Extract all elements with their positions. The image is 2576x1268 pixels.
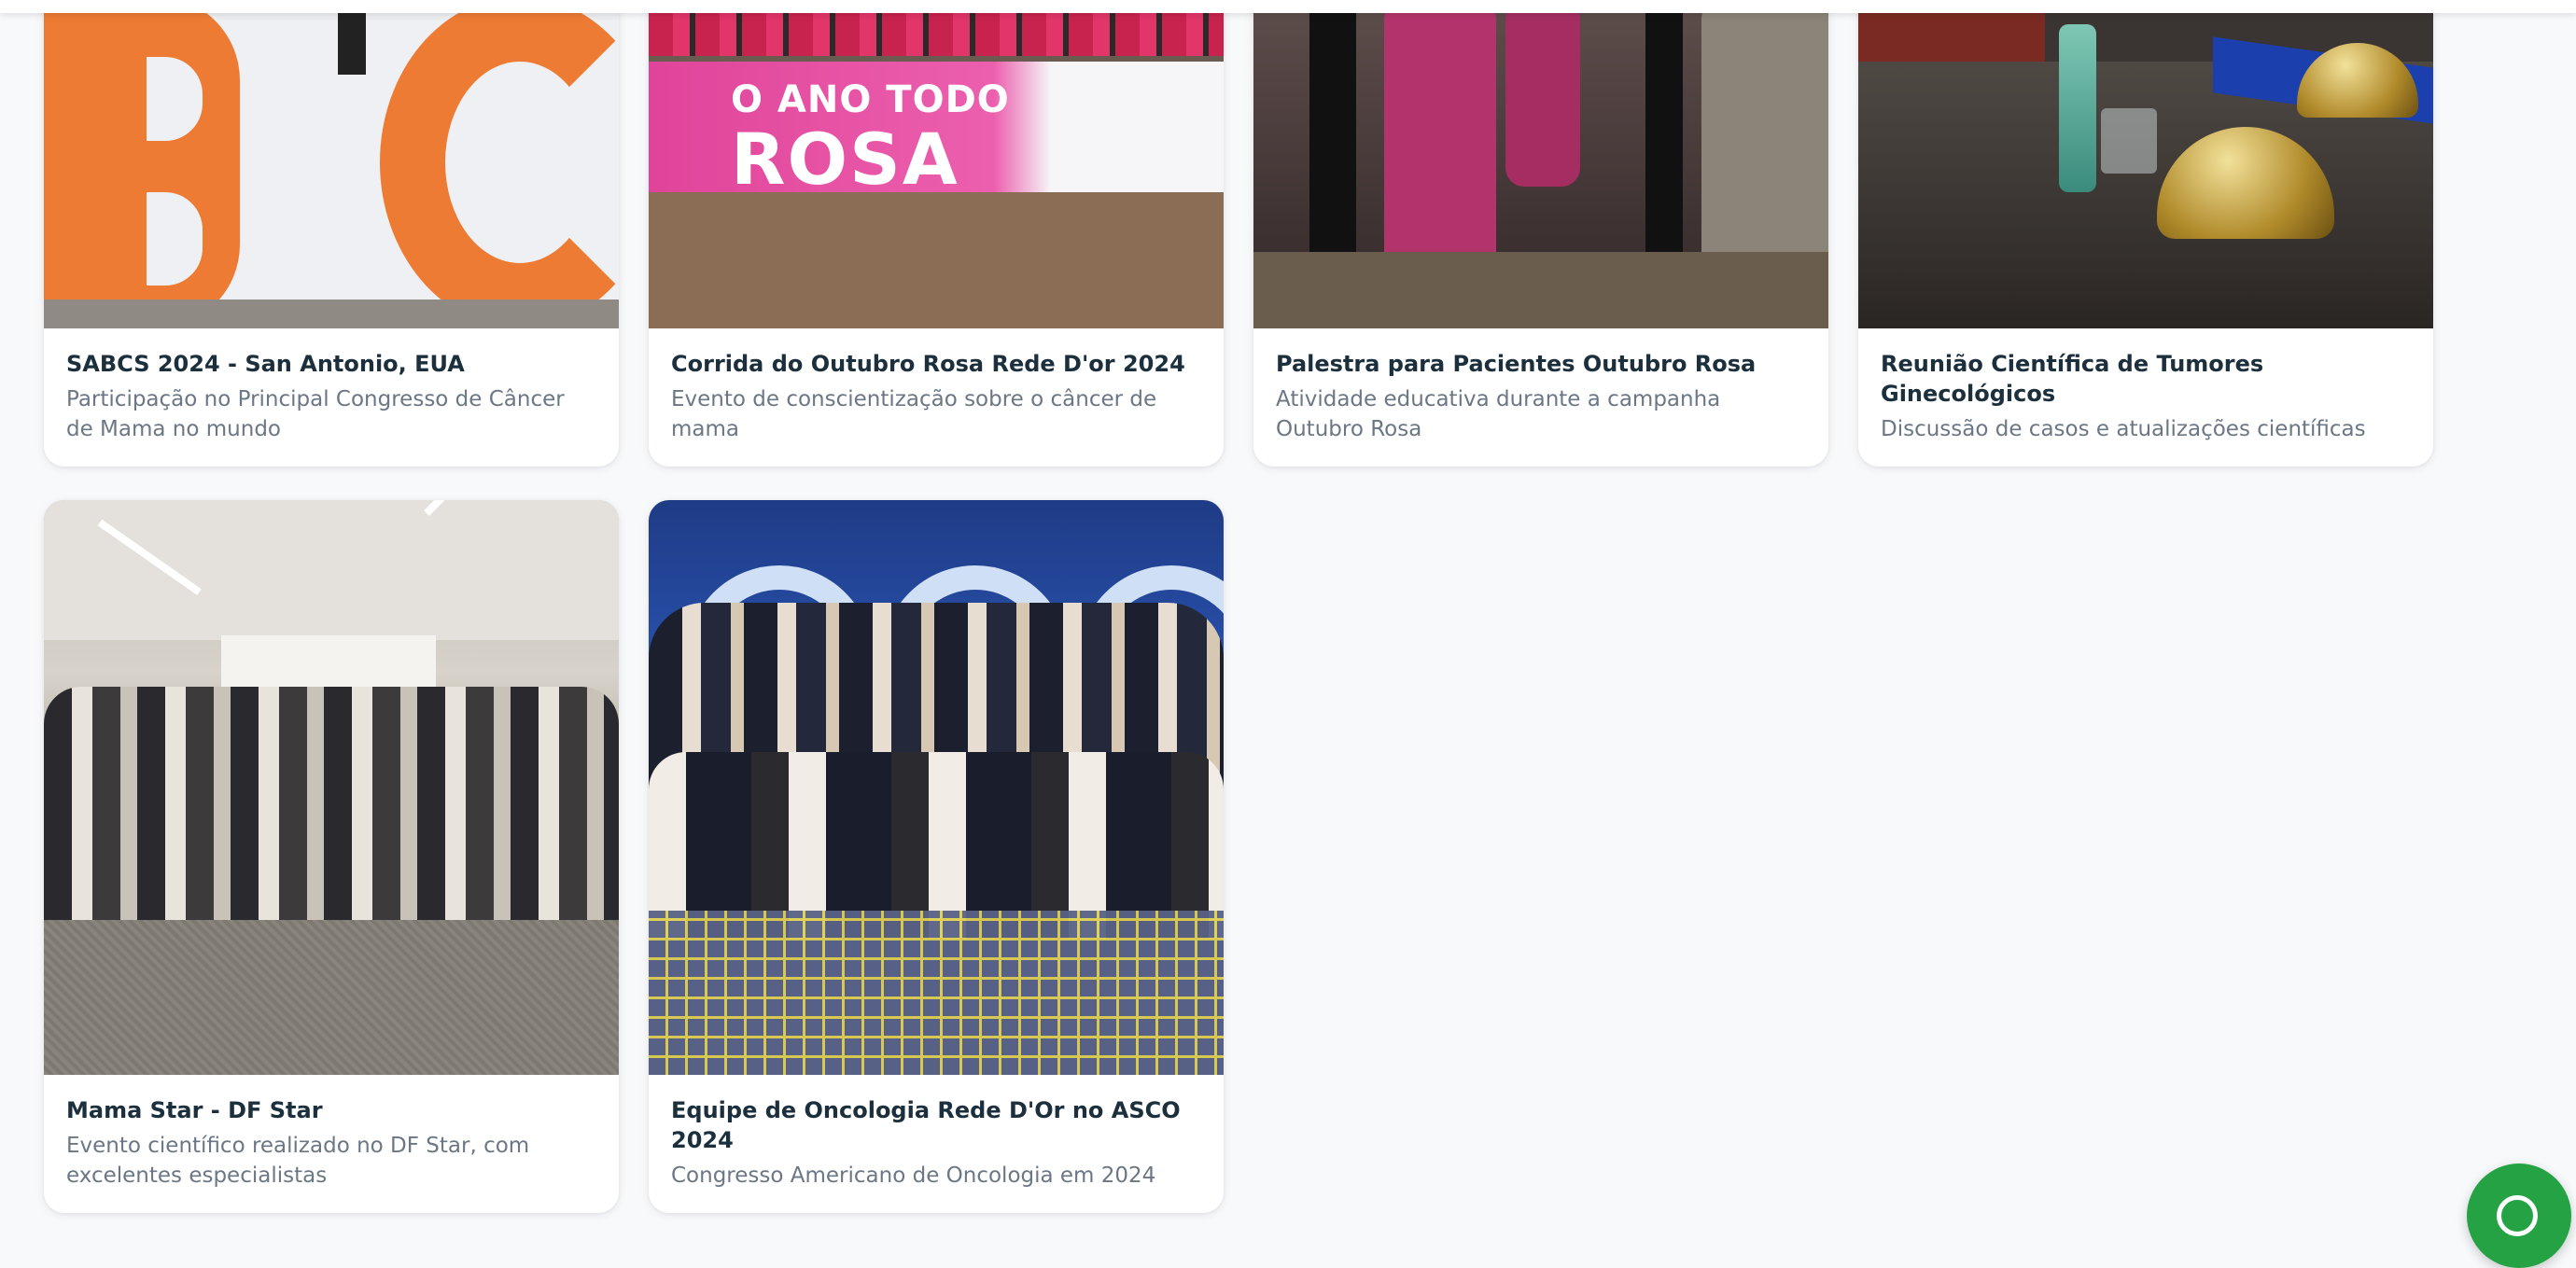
- gallery-photo: [649, 500, 1224, 1075]
- gallery-photo: [1253, 0, 1828, 328]
- card-title: Reunião Científica de Tumores Ginecológi…: [1881, 351, 2264, 407]
- card-title: Equipe de Oncologia Rede D'Or no ASCO 20…: [671, 1097, 1181, 1153]
- card-body: Palestra para Pacientes Outubro Rosa Ati…: [1253, 328, 1828, 467]
- gallery-photo: [1858, 0, 2433, 328]
- top-header-bar: [0, 0, 2576, 13]
- banner-text-line1: O ANO TODO: [731, 78, 1010, 121]
- card-body: Corrida do Outubro Rosa Rede D'or 2024 E…: [649, 328, 1224, 467]
- gallery-card-corrida[interactable]: O ANO TODO ROSA Corrida do Outubro Rosa …: [649, 0, 1224, 467]
- card-description: Participação no Principal Congresso de C…: [66, 387, 565, 441]
- card-title: Palestra para Pacientes Outubro Rosa: [1276, 351, 1757, 377]
- card-body: Mama Star - DF Star Evento científico re…: [44, 1075, 619, 1213]
- gallery-card-mama-star[interactable]: Mama Star - DF Star Evento científico re…: [44, 500, 619, 1213]
- card-title: SABCS 2024 - San Antonio, EUA: [66, 351, 465, 377]
- chat-bubble-icon: [2497, 1195, 2538, 1236]
- gallery-card-palestra[interactable]: Palestra para Pacientes Outubro Rosa Ati…: [1253, 0, 1828, 467]
- gallery-card-sabcs[interactable]: SABCS 2024 - San Antonio, EUA Participaç…: [44, 0, 619, 467]
- group-of-people: [44, 687, 619, 929]
- gallery-card-reuniao[interactable]: Reunião Científica de Tumores Ginecológi…: [1858, 0, 2433, 467]
- gallery-photo: [44, 0, 619, 328]
- card-description: Discussão de casos e atualizações cientí…: [1881, 417, 2366, 441]
- orange-letter-b: [44, 0, 240, 328]
- card-body: SABCS 2024 - San Antonio, EUA Participaç…: [44, 328, 619, 467]
- card-body: Reunião Científica de Tumores Ginecológi…: [1858, 328, 2433, 467]
- card-description: Evento científico realizado no DF Star, …: [66, 1134, 530, 1188]
- card-body: Equipe de Oncologia Rede D'Or no ASCO 20…: [649, 1075, 1224, 1213]
- card-description: Evento de conscientização sobre o câncer…: [671, 387, 1157, 441]
- gallery-photo: O ANO TODO ROSA: [649, 0, 1224, 328]
- card-title: Corrida do Outubro Rosa Rede D'or 2024: [671, 351, 1185, 377]
- banner-text-line2: ROSA: [731, 118, 959, 201]
- gallery-card-asco[interactable]: Equipe de Oncologia Rede D'Or no ASCO 20…: [649, 500, 1224, 1213]
- event-banner: O ANO TODO ROSA: [649, 62, 1224, 201]
- card-description: Atividade educativa durante a campanha O…: [1276, 387, 1721, 441]
- chat-button[interactable]: [2467, 1163, 2571, 1268]
- card-description: Congresso Americano de Oncologia em 2024: [671, 1163, 1156, 1188]
- sponsor-logos: [1059, 71, 1224, 183]
- card-title: Mama Star - DF Star: [66, 1097, 323, 1123]
- gallery-photo: [44, 500, 619, 1075]
